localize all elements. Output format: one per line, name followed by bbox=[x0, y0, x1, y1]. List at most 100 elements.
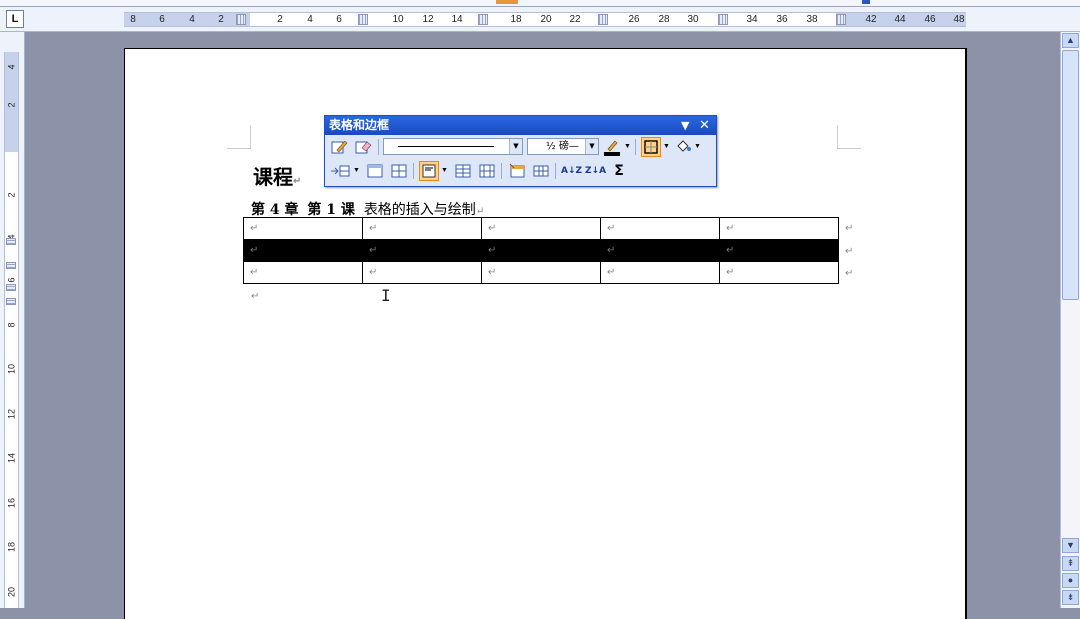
table-row[interactable]: ↵ ↵ ↵ ↵ ↵ bbox=[243, 217, 839, 240]
autosum-button[interactable]: Σ bbox=[609, 161, 629, 181]
chevron-down-icon[interactable]: ▼ bbox=[585, 139, 598, 154]
table-cell[interactable]: ↵ bbox=[719, 217, 839, 240]
table-row-selected[interactable]: ↵ ↵ ↵ ↵ ↵ bbox=[243, 239, 839, 262]
vertical-ruler: 4 2 2 4 6 8 10 12 14 16 18 20 bbox=[0, 32, 25, 608]
column-marker[interactable] bbox=[358, 14, 368, 25]
table-cell[interactable]: ↵ bbox=[600, 217, 720, 240]
previous-page-button[interactable]: ⇞ bbox=[1062, 556, 1079, 571]
document-title[interactable]: 课程↵ bbox=[253, 161, 301, 190]
line-style-dropdown[interactable]: ▼ bbox=[383, 138, 523, 155]
sort-descending-icon: Z↓A bbox=[585, 166, 607, 176]
toolbar-separator bbox=[413, 163, 414, 179]
chevron-down-icon[interactable]: ▼ bbox=[441, 167, 448, 174]
chevron-down-icon[interactable]: ▼ bbox=[353, 167, 360, 174]
tables-and-borders-toolbar[interactable]: 表格和边框 ▼ ✕ ▼ ½ 磅— ▼ ▼ ▼ ▼ ▼ ▼ A↓Z Z↓A Σ bbox=[324, 115, 717, 187]
scrollbar-thumb[interactable] bbox=[1062, 50, 1079, 300]
row-end-mark: ↵ bbox=[845, 223, 854, 234]
column-marker[interactable] bbox=[236, 14, 246, 25]
top-strip-marker-blue bbox=[862, 0, 870, 4]
border-color-icon bbox=[604, 140, 620, 156]
eraser-button[interactable] bbox=[353, 137, 373, 157]
line-weight-dropdown[interactable]: ½ 磅— ▼ bbox=[527, 138, 599, 155]
chevron-down-icon[interactable]: ▼ bbox=[663, 143, 670, 150]
sort-ascending-icon: A↓Z bbox=[561, 166, 583, 176]
top-strip-marker bbox=[496, 0, 518, 4]
shading-color-button[interactable] bbox=[673, 137, 693, 157]
table-autoformat-button[interactable] bbox=[507, 161, 527, 181]
line-style-sample bbox=[398, 146, 494, 147]
toolbar-options-icon[interactable]: ▼ bbox=[681, 116, 689, 135]
table-cell[interactable]: ↵ bbox=[481, 261, 601, 284]
autofit-icon bbox=[533, 165, 549, 177]
outside-border-button[interactable] bbox=[641, 137, 661, 157]
table-cell[interactable]: ↵ bbox=[362, 217, 482, 240]
scroll-down-button[interactable]: ▼ bbox=[1062, 538, 1079, 553]
row-end-mark: ↵ bbox=[845, 268, 854, 279]
table-cell[interactable]: ↵ bbox=[719, 239, 839, 262]
merge-cells-button[interactable] bbox=[365, 161, 385, 181]
toolbar-separator bbox=[501, 163, 502, 179]
table-cell[interactable]: ↵ bbox=[243, 239, 363, 262]
column-marker[interactable] bbox=[478, 14, 488, 25]
table-cell[interactable]: ↵ bbox=[243, 217, 363, 240]
tab-selector-button[interactable]: L bbox=[6, 10, 24, 28]
toolbar-row-1: ▼ ½ 磅— ▼ ▼ ▼ ▼ bbox=[327, 136, 714, 159]
paint-bucket-icon bbox=[677, 140, 691, 152]
align-button[interactable] bbox=[419, 161, 439, 181]
table-cell[interactable]: ↵ bbox=[600, 261, 720, 284]
table-cell[interactable]: ↵ bbox=[719, 261, 839, 284]
toolbar-separator bbox=[378, 139, 379, 155]
table-cell[interactable]: ↵ bbox=[362, 239, 482, 262]
scroll-up-button[interactable]: ▲ bbox=[1062, 33, 1079, 48]
row-marker[interactable] bbox=[6, 298, 16, 305]
distribute-rows-button[interactable] bbox=[453, 161, 473, 181]
table-cell[interactable]: ↵ bbox=[243, 261, 363, 284]
chevron-down-icon[interactable]: ▼ bbox=[509, 139, 522, 154]
distribute-columns-button[interactable] bbox=[477, 161, 497, 181]
row-marker[interactable] bbox=[6, 238, 16, 245]
sort-descending-button[interactable]: Z↓A bbox=[585, 161, 607, 181]
sort-ascending-button[interactable]: A↓Z bbox=[561, 161, 583, 181]
column-marker[interactable] bbox=[598, 14, 608, 25]
table-cell[interactable]: ↵ bbox=[362, 261, 482, 284]
column-marker[interactable] bbox=[718, 14, 728, 25]
vertical-ruler-bar[interactable]: 4 2 2 4 6 8 10 12 14 16 18 20 bbox=[4, 52, 19, 608]
lesson-title: 表格的插入与绘制 bbox=[363, 202, 476, 218]
pencil-icon bbox=[331, 140, 348, 154]
ruler-bar[interactable]: 8 6 4 2 2 4 6 10 12 14 18 20 22 26 28 30 bbox=[124, 12, 966, 27]
line-weight-value: ½ 磅 bbox=[546, 141, 569, 152]
column-marker[interactable] bbox=[836, 14, 846, 25]
autofit-button[interactable] bbox=[531, 161, 551, 181]
lesson-label: 第 1 课 bbox=[307, 202, 355, 218]
table-row[interactable]: ↵ ↵ ↵ ↵ ↵ bbox=[243, 261, 839, 284]
document-table[interactable]: ↵ ↵ ↵ ↵ ↵ ↵ ↵ ↵ ↵ ↵ ↵ ↵ ↵ ↵ ↵ bbox=[243, 217, 839, 284]
draw-table-button[interactable] bbox=[329, 137, 349, 157]
border-grid-icon bbox=[644, 140, 658, 154]
lesson-heading[interactable]: 第 4 章 第 1 课 表格的插入与绘制↵ bbox=[251, 199, 484, 219]
window-top-strip bbox=[0, 0, 1080, 7]
split-cells-button[interactable] bbox=[389, 161, 409, 181]
sum-icon: Σ bbox=[614, 163, 624, 179]
margin-corner-mark bbox=[837, 125, 861, 149]
toolbar-separator bbox=[635, 139, 636, 155]
paragraph-mark: ↵ bbox=[475, 206, 485, 217]
table-cell[interactable]: ↵ bbox=[481, 217, 601, 240]
eraser-icon bbox=[355, 141, 372, 154]
next-page-button[interactable]: ⇟ bbox=[1062, 590, 1079, 605]
row-marker[interactable] bbox=[6, 284, 16, 291]
chevron-down-icon[interactable]: ▼ bbox=[624, 143, 631, 150]
close-icon[interactable]: ✕ bbox=[699, 116, 710, 135]
border-color-button[interactable] bbox=[602, 137, 622, 157]
vertical-scrollbar[interactable]: ▲ ▼ ⇞ ● ⇟ bbox=[1060, 32, 1080, 608]
toolbar-title: 表格和边框 bbox=[329, 118, 390, 132]
align-top-left-icon bbox=[422, 164, 436, 178]
chapter-label: 第 4 章 bbox=[251, 202, 299, 218]
toolbar-title-bar[interactable]: 表格和边框 ▼ ✕ bbox=[325, 116, 716, 135]
toolbar-row-2: ▼ ▼ A↓Z Z↓A Σ bbox=[327, 160, 714, 183]
row-marker[interactable] bbox=[6, 262, 16, 269]
insert-table-button[interactable] bbox=[329, 161, 351, 181]
table-cell[interactable]: ↵ bbox=[600, 239, 720, 262]
select-browse-object-button[interactable]: ● bbox=[1062, 573, 1079, 588]
table-cell[interactable]: ↵ bbox=[481, 239, 601, 262]
chevron-down-icon[interactable]: ▼ bbox=[694, 143, 701, 150]
